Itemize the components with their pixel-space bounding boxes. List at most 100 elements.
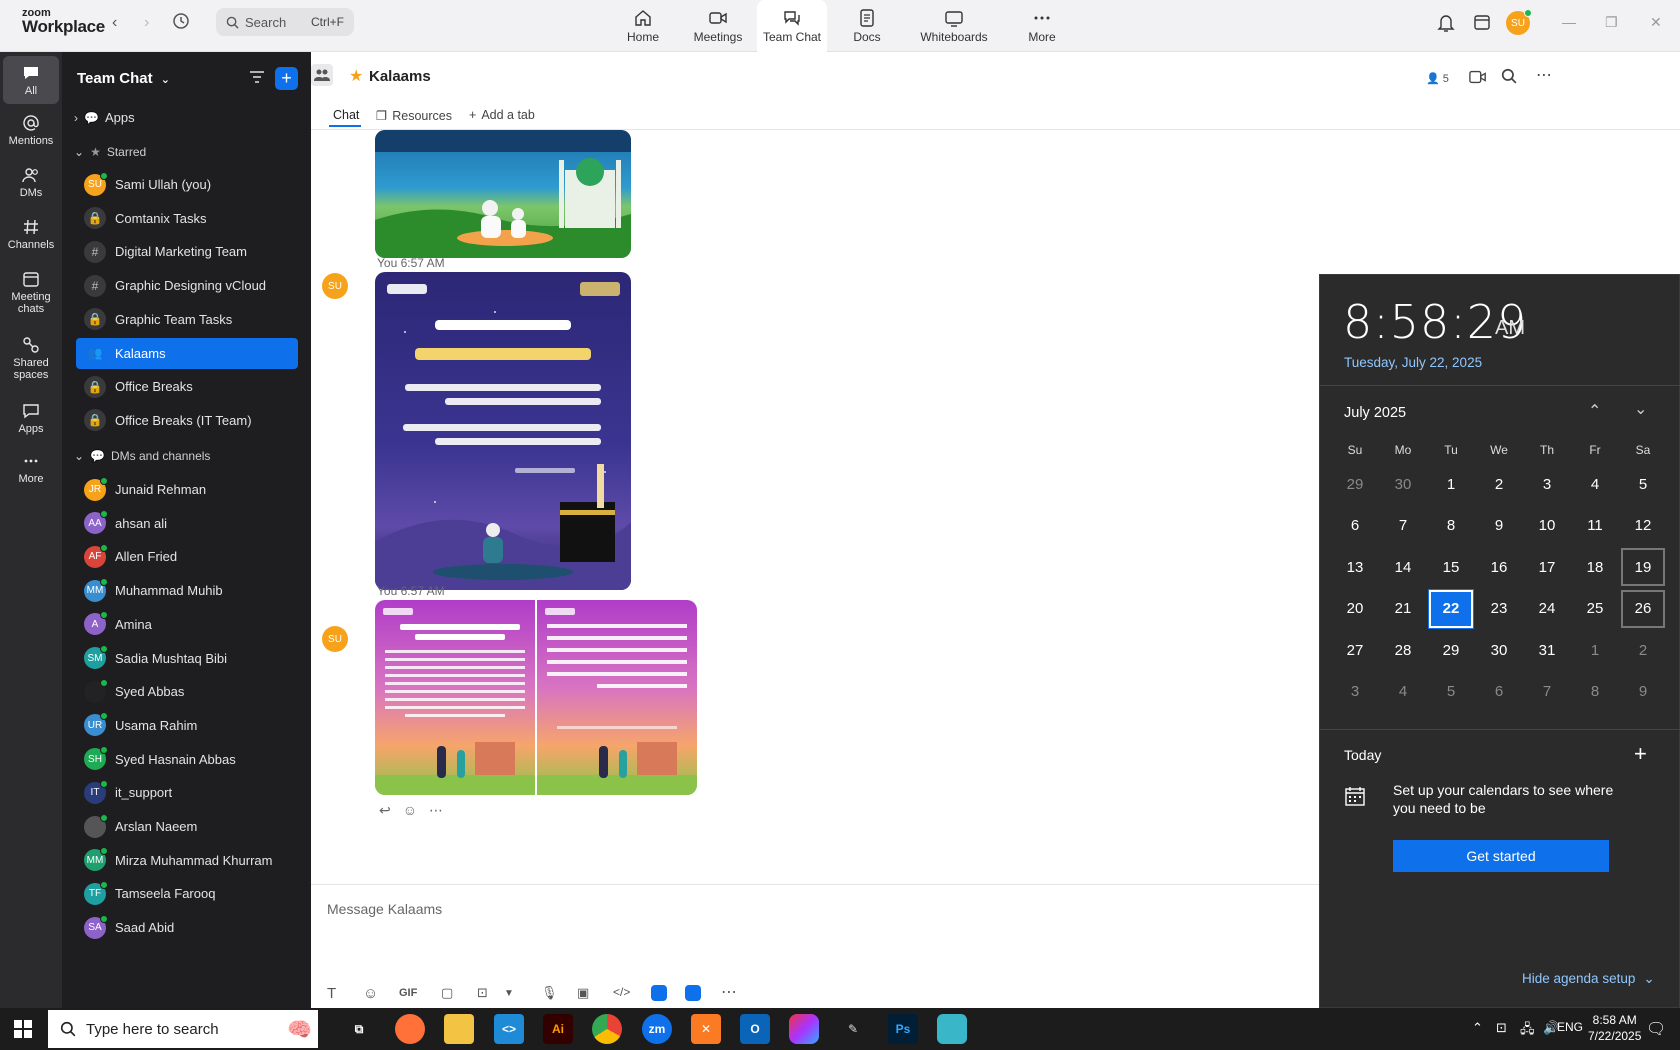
- rail-channels[interactable]: Channels: [0, 218, 62, 251]
- taskbar-search[interactable]: Type here to search 🧠: [48, 1010, 318, 1048]
- calendar-day[interactable]: 27: [1333, 631, 1377, 669]
- more-options-icon[interactable]: ⋯: [1536, 65, 1552, 85]
- get-started-button[interactable]: Get started: [1393, 840, 1609, 872]
- video-message-icon[interactable]: ▣: [577, 985, 589, 1001]
- language-icon[interactable]: ENG: [1557, 1020, 1583, 1034]
- sidebar-item[interactable]: 👥 Kalaams: [76, 337, 298, 369]
- calendar-day[interactable]: 4: [1573, 465, 1617, 503]
- calendar-day[interactable]: 3: [1525, 465, 1569, 503]
- message-image-islamic-post[interactable]: [375, 130, 631, 258]
- tab-more[interactable]: More: [1020, 0, 1064, 52]
- section-dms-channels[interactable]: ⌄ 💬 DMs and channels: [74, 449, 210, 463]
- sidebar-item[interactable]: MM Muhammad Muhib: [76, 575, 298, 606]
- network-icon[interactable]: 🖧: [1520, 1020, 1535, 1042]
- calendar-day[interactable]: 21: [1381, 590, 1425, 628]
- calendar-day[interactable]: 16: [1477, 548, 1521, 586]
- file-icon[interactable]: ▢: [441, 985, 453, 1001]
- sidebar-item[interactable]: 🔒 Graphic Team Tasks: [76, 304, 298, 335]
- tray-icon[interactable]: ⊡: [1496, 1020, 1507, 1036]
- profile-avatar[interactable]: SU: [1506, 9, 1532, 35]
- calendar-day[interactable]: 15: [1429, 548, 1473, 586]
- calendar-day[interactable]: 29: [1333, 465, 1377, 503]
- taskbar-clock[interactable]: 8:58 AM 7/22/2025: [1588, 1012, 1641, 1044]
- calendar-day[interactable]: 17: [1525, 548, 1569, 586]
- search-input[interactable]: Search Ctrl+F: [216, 8, 354, 36]
- member-count[interactable]: 👤 5: [1426, 72, 1449, 86]
- windows-start-icon[interactable]: [14, 1020, 32, 1041]
- tab-whiteboards[interactable]: Whiteboards: [916, 0, 992, 52]
- sidebar-item[interactable]: 🔒 Comtanix Tasks: [76, 203, 298, 234]
- calendar-day[interactable]: 13: [1333, 548, 1377, 586]
- notifications-icon[interactable]: 🗨: [1646, 1019, 1666, 1039]
- sidebar-item[interactable]: SU Sami Ullah (you): [76, 169, 298, 200]
- clock-date[interactable]: Tuesday, July 22, 2025: [1344, 355, 1482, 370]
- calendar-month[interactable]: July 2025: [1344, 405, 1406, 421]
- rail-meeting-chats[interactable]: Meeting chats: [0, 270, 62, 315]
- image-card-left[interactable]: [375, 600, 535, 795]
- sidebar-item[interactable]: Arslan Naeem: [76, 811, 298, 842]
- tab-docs[interactable]: Docs: [843, 0, 891, 52]
- sidebar-item[interactable]: IT it_support: [76, 777, 298, 808]
- add-event-icon[interactable]: +: [1634, 741, 1647, 767]
- calendar-day[interactable]: 9: [1477, 507, 1521, 545]
- emoji-icon[interactable]: ☺: [363, 985, 378, 1002]
- tab-home[interactable]: Home: [617, 0, 669, 52]
- screenshot-icon[interactable]: ⊡: [477, 985, 488, 1001]
- text-format-icon[interactable]: T: [327, 985, 336, 1002]
- calendar-icon[interactable]: [1473, 13, 1491, 34]
- calendar-day[interactable]: 26: [1621, 589, 1665, 628]
- chevron-down-icon[interactable]: ⌄: [1634, 399, 1647, 419]
- calendar-day[interactable]: 6: [1333, 507, 1377, 545]
- close-icon[interactable]: ✕: [1650, 14, 1662, 31]
- sidebar-item[interactable]: SA Saad Abid: [76, 912, 298, 943]
- task-view-icon[interactable]: ⧉: [344, 1014, 374, 1044]
- calendar-day[interactable]: 20: [1333, 590, 1377, 628]
- tab-add[interactable]: + Add a tab: [469, 108, 535, 122]
- new-chat-button[interactable]: +: [275, 67, 298, 90]
- filter-icon[interactable]: [248, 68, 266, 89]
- tab-chat[interactable]: Chat: [333, 108, 359, 122]
- photoshop-icon[interactable]: Ps: [888, 1014, 918, 1044]
- calendar-day[interactable]: 5: [1621, 465, 1665, 503]
- calendar-day[interactable]: 9: [1621, 673, 1665, 711]
- gif-icon[interactable]: GIF: [399, 987, 417, 999]
- sender-avatar[interactable]: SU: [322, 626, 348, 652]
- sidebar-item[interactable]: 🔒 Office Breaks (IT Team): [76, 405, 298, 436]
- sidebar-item[interactable]: UR Usama Rahim: [76, 710, 298, 741]
- back-icon[interactable]: ‹: [112, 14, 117, 32]
- firefox-icon[interactable]: [395, 1014, 425, 1044]
- xampp-icon[interactable]: ✕: [691, 1014, 721, 1044]
- section-apps[interactable]: › 💬 Apps: [74, 110, 135, 125]
- calendar-day[interactable]: 29: [1429, 631, 1473, 669]
- chevron-down-icon[interactable]: ▼: [504, 988, 514, 999]
- sidebar-item[interactable]: # Graphic Designing vCloud: [76, 270, 298, 301]
- rail-shared-spaces[interactable]: Shared spaces: [0, 336, 62, 381]
- search-icon[interactable]: [1501, 68, 1517, 87]
- calendar-day[interactable]: 6: [1477, 673, 1521, 711]
- star-icon[interactable]: ★: [349, 66, 363, 86]
- tray-chevron-up-icon[interactable]: ⌃: [1472, 1020, 1483, 1036]
- more-tools-icon[interactable]: ⋯: [721, 982, 737, 1002]
- calendar-day[interactable]: 1: [1429, 465, 1473, 503]
- calendar-day[interactable]: 2: [1477, 465, 1521, 503]
- calendar-day[interactable]: 30: [1381, 465, 1425, 503]
- calendar-day[interactable]: 4: [1381, 673, 1425, 711]
- sidebar-item[interactable]: Syed Abbas: [76, 676, 298, 707]
- app-icon[interactable]: [651, 985, 667, 1001]
- video-call-icon[interactable]: [1469, 69, 1487, 88]
- code-snippet-icon[interactable]: </>: [613, 985, 630, 999]
- sidebar-item[interactable]: A Amina: [76, 609, 298, 640]
- calendar-day[interactable]: 23: [1477, 590, 1521, 628]
- sidebar-item[interactable]: JR Junaid Rehman: [76, 474, 298, 505]
- sidebar-item[interactable]: SM Sadia Mushtaq Bibi: [76, 643, 298, 674]
- minimize-icon[interactable]: —: [1562, 14, 1576, 30]
- forward-icon[interactable]: ›: [144, 14, 149, 32]
- calendar-day[interactable]: 5: [1429, 673, 1473, 711]
- sidebar-item[interactable]: MM Mirza Muhammad Khurram: [76, 845, 298, 876]
- message-image-dua-card[interactable]: [375, 272, 631, 590]
- calendar-day[interactable]: 7: [1381, 507, 1425, 545]
- calendar-day[interactable]: 24: [1525, 590, 1569, 628]
- calendar-day[interactable]: 1: [1573, 631, 1617, 669]
- reply-icon[interactable]: ↩: [379, 802, 391, 819]
- rail-all[interactable]: All: [3, 56, 59, 104]
